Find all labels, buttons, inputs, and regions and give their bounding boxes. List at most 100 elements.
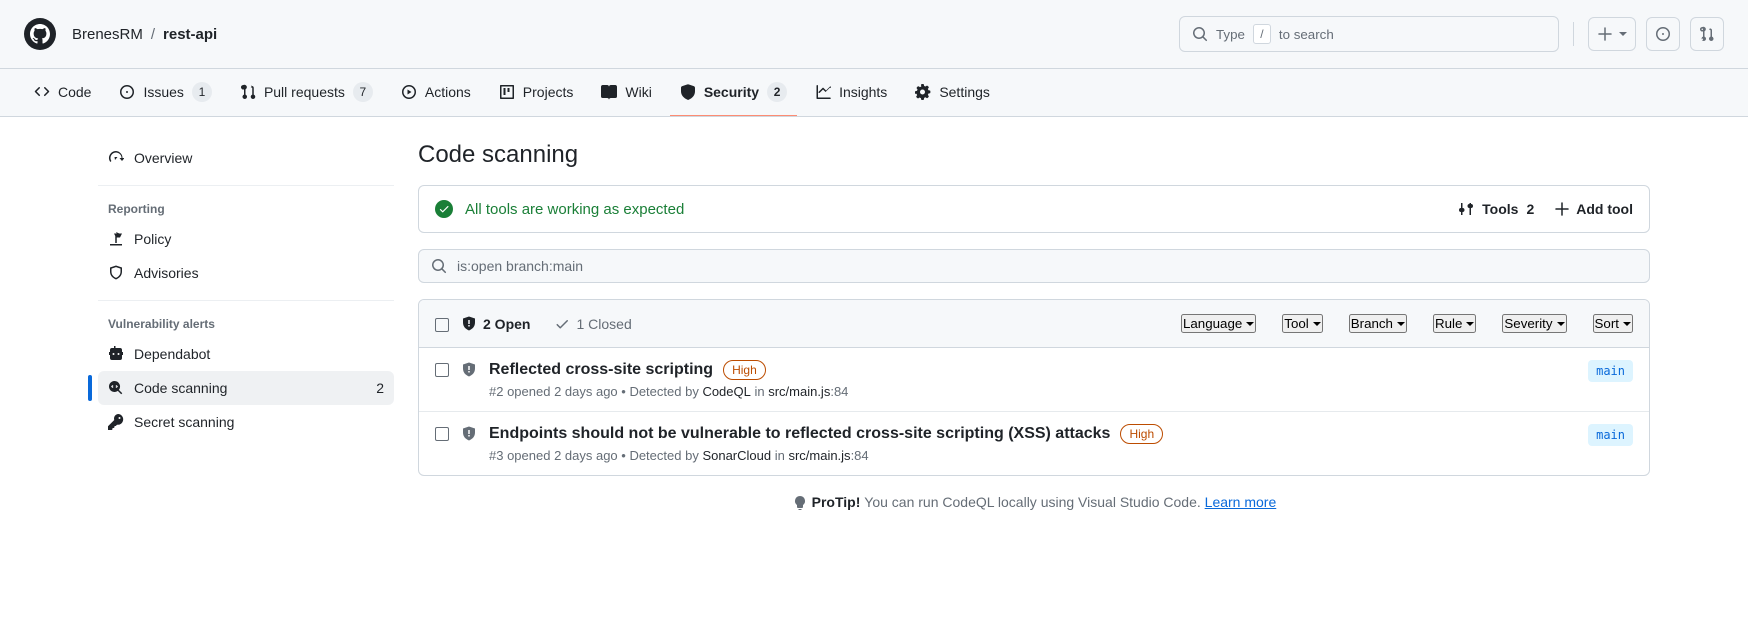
sidebar-heading-vuln: Vulnerability alerts bbox=[98, 311, 394, 337]
header-right: Type / to search bbox=[1179, 16, 1724, 52]
branch-chip[interactable]: main bbox=[1588, 360, 1633, 382]
sidebar-heading-reporting: Reporting bbox=[98, 196, 394, 222]
play-icon bbox=[401, 84, 417, 100]
search-key: / bbox=[1253, 24, 1271, 44]
filter-value: is:open branch:main bbox=[457, 258, 583, 274]
search-icon bbox=[1192, 26, 1208, 42]
shield-alert-icon bbox=[461, 316, 477, 332]
issues-tray-button[interactable] bbox=[1646, 17, 1680, 51]
alert-subtitle: #2 opened 2 days ago • Detected by CodeQ… bbox=[489, 384, 1576, 399]
chevron-down-icon bbox=[1623, 322, 1631, 326]
open-tab[interactable]: 2 Open bbox=[461, 316, 530, 332]
tab-code[interactable]: Code bbox=[24, 69, 101, 117]
alert-subtitle: #3 opened 2 days ago • Detected by Sonar… bbox=[489, 448, 1576, 463]
repo-nav: Code Issues1 Pull requests7 Actions Proj… bbox=[0, 69, 1748, 117]
page-body: Overview Reporting Policy Advisories Vul… bbox=[74, 117, 1674, 535]
code-icon bbox=[34, 84, 50, 100]
protip-text: ProTip! You can run CodeQL locally using… bbox=[418, 494, 1650, 511]
security-sidebar: Overview Reporting Policy Advisories Vul… bbox=[98, 141, 394, 511]
chevron-down-icon bbox=[1313, 322, 1321, 326]
sidebar-item-code-scanning[interactable]: Code scanning2 bbox=[98, 371, 394, 405]
tab-actions[interactable]: Actions bbox=[391, 69, 481, 117]
sidebar-divider bbox=[98, 300, 394, 301]
shield-icon bbox=[108, 265, 124, 281]
status-text: All tools are working as expected bbox=[465, 201, 684, 218]
chevron-down-icon bbox=[1246, 322, 1254, 326]
severity-badge: High bbox=[1120, 424, 1163, 444]
add-tool-button[interactable]: Add tool bbox=[1554, 201, 1633, 217]
dependabot-icon bbox=[108, 346, 124, 362]
tools-link[interactable]: Tools2 bbox=[1458, 201, 1534, 217]
tab-issues[interactable]: Issues1 bbox=[109, 69, 221, 117]
filter-branch[interactable]: Branch bbox=[1349, 314, 1407, 333]
plus-icon bbox=[1554, 201, 1570, 217]
bulb-icon bbox=[792, 495, 808, 511]
create-new-button[interactable] bbox=[1588, 17, 1636, 51]
filter-sort[interactable]: Sort bbox=[1593, 314, 1633, 333]
graph-icon bbox=[815, 84, 831, 100]
shield-icon bbox=[680, 84, 696, 100]
search-placeholder-1: Type bbox=[1216, 27, 1245, 42]
branch-chip[interactable]: main bbox=[1588, 424, 1633, 446]
tab-security[interactable]: Security2 bbox=[670, 69, 797, 117]
check-icon bbox=[554, 316, 570, 332]
tools-count: 2 bbox=[1526, 201, 1534, 217]
breadcrumb: BrenesRM / rest-api bbox=[72, 26, 217, 43]
git-pr-icon bbox=[1699, 26, 1715, 42]
filter-tool[interactable]: Tool bbox=[1282, 314, 1322, 333]
chevron-down-icon bbox=[1557, 322, 1565, 326]
owner-link[interactable]: BrenesRM bbox=[72, 26, 143, 43]
select-all-checkbox[interactable] bbox=[435, 318, 449, 332]
breadcrumb-sep: / bbox=[151, 26, 155, 43]
tab-insights[interactable]: Insights bbox=[805, 69, 897, 117]
filter-input[interactable]: is:open branch:main bbox=[418, 249, 1650, 283]
plus-icon bbox=[1597, 26, 1613, 42]
main-content: Code scanning All tools are working as e… bbox=[418, 141, 1650, 511]
sliders-icon bbox=[1458, 201, 1474, 217]
issues-count: 1 bbox=[192, 82, 212, 102]
issue-icon bbox=[119, 84, 135, 100]
alerts-list: 2 Open 1 Closed Language Tool Branch Rul… bbox=[418, 299, 1650, 476]
search-icon bbox=[431, 258, 447, 274]
code-scanning-count: 2 bbox=[376, 380, 384, 396]
tab-pr[interactable]: Pull requests7 bbox=[230, 69, 383, 117]
git-pr-icon bbox=[240, 84, 256, 100]
sidebar-item-secret-scanning[interactable]: Secret scanning bbox=[98, 405, 394, 439]
tab-settings[interactable]: Settings bbox=[905, 69, 1000, 117]
gear-icon bbox=[915, 84, 931, 100]
list-header: 2 Open 1 Closed Language Tool Branch Rul… bbox=[419, 300, 1649, 348]
protip-link[interactable]: Learn more bbox=[1205, 494, 1277, 510]
closed-tab[interactable]: 1 Closed bbox=[554, 316, 631, 332]
github-logo[interactable] bbox=[24, 18, 56, 50]
alert-row: Endpoints should not be vulnerable to re… bbox=[419, 412, 1649, 475]
alert-title-link[interactable]: Endpoints should not be vulnerable to re… bbox=[489, 425, 1110, 443]
chevron-down-icon bbox=[1397, 322, 1405, 326]
tab-projects[interactable]: Projects bbox=[489, 69, 584, 117]
codescan-icon bbox=[108, 380, 124, 396]
law-icon bbox=[108, 231, 124, 247]
chevron-down-icon bbox=[1466, 322, 1474, 326]
row-checkbox[interactable] bbox=[435, 427, 449, 441]
project-icon bbox=[499, 84, 515, 100]
page-header: BrenesRM / rest-api Type / to search bbox=[0, 0, 1748, 69]
severity-badge: High bbox=[723, 360, 766, 380]
pr-tray-button[interactable] bbox=[1690, 17, 1724, 51]
sidebar-item-policy[interactable]: Policy bbox=[98, 222, 394, 256]
alert-title-link[interactable]: Reflected cross-site scripting bbox=[489, 361, 713, 379]
header-divider bbox=[1573, 22, 1574, 46]
repo-link[interactable]: rest-api bbox=[163, 26, 217, 43]
pr-count: 7 bbox=[353, 82, 373, 102]
search-placeholder-2: to search bbox=[1279, 27, 1334, 42]
filter-rule[interactable]: Rule bbox=[1433, 314, 1476, 333]
row-checkbox[interactable] bbox=[435, 363, 449, 377]
sidebar-item-overview[interactable]: Overview bbox=[98, 141, 394, 175]
chevron-down-icon bbox=[1619, 32, 1627, 36]
issue-icon bbox=[1655, 26, 1671, 42]
search-input[interactable]: Type / to search bbox=[1179, 16, 1559, 52]
sidebar-item-dependabot[interactable]: Dependabot bbox=[98, 337, 394, 371]
sidebar-divider bbox=[98, 185, 394, 186]
filter-language[interactable]: Language bbox=[1181, 314, 1256, 333]
sidebar-item-advisories[interactable]: Advisories bbox=[98, 256, 394, 290]
filter-severity[interactable]: Severity bbox=[1502, 314, 1566, 333]
tab-wiki[interactable]: Wiki bbox=[591, 69, 661, 117]
